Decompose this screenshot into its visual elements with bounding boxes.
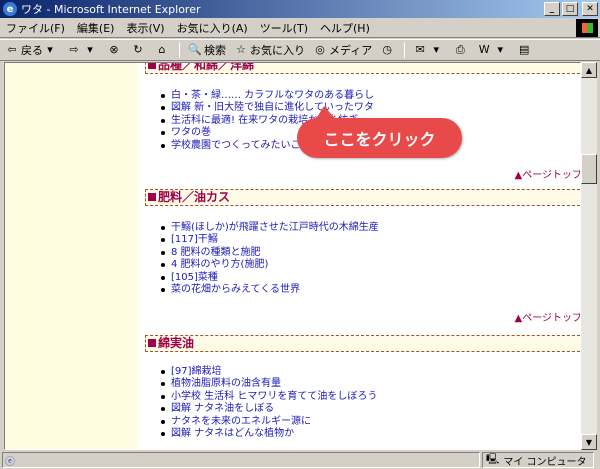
menu-help[interactable]: ヘルプ(H) (314, 20, 376, 36)
menu-file[interactable]: ファイル(F) (0, 20, 71, 36)
list-item[interactable]: 菜の花畑からみえてくる世界 (159, 284, 379, 296)
title-bar: e ワタ - Microsoft Internet Explorer _ □ ✕ (0, 0, 600, 18)
back-button[interactable]: ⇦ 戻る ▾ (3, 41, 61, 59)
list-item[interactable]: 干鰯(ほしか)が飛躍させた江戸時代の木綿生産 (159, 222, 379, 234)
list-item[interactable]: 8 肥料の種類と施肥 (159, 247, 379, 259)
refresh-button[interactable]: ↻ (129, 41, 149, 59)
dropdown-icon[interactable]: ▾ (493, 43, 507, 57)
page-top-link[interactable]: ▲ページトップ (515, 166, 581, 181)
print-button[interactable]: ⎙ (451, 41, 471, 59)
home-icon: ⌂ (158, 43, 166, 56)
list-item[interactable]: 図解 ナタネはどんな植物か (159, 428, 377, 440)
dropdown-icon[interactable]: ▾ (83, 43, 97, 57)
discuss-button[interactable]: ▤ (515, 41, 535, 59)
media-icon: ◎ (315, 43, 325, 56)
vertical-scrollbar[interactable]: ▲ ▼ (581, 62, 597, 450)
favorites-label: お気に入り (250, 44, 305, 57)
dropdown-icon[interactable]: ▾ (43, 43, 57, 57)
square-bullet-icon (148, 193, 156, 201)
word-icon: W (478, 43, 490, 56)
status-main: ⓔ (2, 452, 480, 468)
section-title: 綿実油 (158, 336, 195, 350)
dropdown-icon[interactable]: ▾ (429, 43, 443, 57)
media-label: メディア (329, 44, 373, 57)
print-icon: ⎙ (455, 43, 465, 56)
section-heading: 品種／和綿／洋綿 (145, 62, 580, 74)
click-here-callout: ここをクリック (297, 118, 462, 158)
left-margin (5, 63, 135, 449)
favorites-button[interactable]: ☆ お気に入り (232, 41, 307, 59)
list-item[interactable]: 4 肥料のやり方(施肥) (159, 259, 379, 271)
page-top-link[interactable]: ▲ページトップ (515, 309, 581, 324)
menu-bar: ファイル(F) 編集(E) 表示(V) お気に入り(A) ツール(T) ヘルプ(… (0, 18, 600, 38)
separator (179, 42, 180, 58)
section-title: 肥料／油カス (158, 190, 231, 204)
list-item[interactable]: 植物油脂原料の油含有量 (159, 378, 377, 390)
favorites-icon: ☆ (236, 43, 246, 56)
back-label: 戻る (21, 44, 43, 57)
zone-label: マイ コンピュータ (503, 456, 587, 468)
list-item[interactable]: 小学校 生活科 ヒマワリを育てて油をしぼろう (159, 391, 377, 403)
scroll-thumb[interactable] (581, 154, 597, 184)
history-button[interactable]: ◷ (378, 41, 398, 59)
computer-icon: 🖳 (486, 453, 500, 465)
search-icon: 🔍 (188, 43, 202, 56)
forward-button[interactable]: ⇨ ▾ (65, 41, 101, 59)
search-button[interactable]: 🔍 検索 (186, 41, 228, 59)
list-item[interactable]: 図解 ナタネ油をしぼる (159, 403, 377, 415)
ie-icon: e (3, 2, 17, 16)
close-button[interactable]: ✕ (582, 2, 598, 16)
menu-edit[interactable]: 編集(E) (71, 20, 121, 36)
mail-icon: ✉ (415, 43, 425, 56)
status-bar: ⓔ 🖳 マイ コンピュータ (0, 451, 600, 469)
section-heading: 綿実油 (145, 335, 580, 352)
edit-button[interactable]: W ▾ (475, 41, 511, 59)
list-item[interactable]: [105]菜種 (159, 272, 379, 284)
back-arrow-icon: ⇦ (7, 43, 17, 56)
minimize-button[interactable]: _ (544, 2, 560, 16)
list-item[interactable]: 図解 新・旧大陸で独自に進化していったワタ (159, 102, 374, 114)
toolbar: ⇦ 戻る ▾ ⇨ ▾ ⊗ ↻ ⌂ 🔍 検索 ☆ お気に入り ◎ メディア ◷ ✉… (0, 39, 600, 61)
history-icon: ◷ (382, 43, 393, 56)
separator (404, 42, 406, 58)
forward-arrow-icon: ⇨ (69, 43, 79, 56)
menu-favorites[interactable]: お気に入り(A) (171, 20, 254, 36)
section-title: 品種／和綿／洋綿 (158, 62, 255, 72)
scroll-down-button[interactable]: ▼ (581, 434, 597, 450)
document-icon: ▤ (519, 43, 530, 56)
windows-logo-icon (576, 19, 598, 37)
stop-icon: ⊗ (109, 43, 119, 56)
list-item[interactable]: 白・茶・緑…… カラフルなワタのある暮らし (159, 90, 374, 102)
media-button[interactable]: ◎ メディア (311, 41, 374, 59)
page-viewport[interactable]: 品種／和綿／洋綿 白・茶・緑…… カラフルなワタのある暮らし 図解 新・旧大陸で… (4, 62, 581, 450)
list-item[interactable]: [117]干鰯 (159, 234, 379, 246)
link-list: 干鰯(ほしか)が飛躍させた江戸時代の木綿生産 [117]干鰯 8 肥料の種類と施… (159, 222, 379, 296)
search-label: 検索 (204, 44, 226, 57)
section-heading: 肥料／油カス (145, 189, 580, 206)
refresh-icon: ↻ (133, 43, 143, 56)
stop-button[interactable]: ⊗ (105, 41, 125, 59)
mail-button[interactable]: ✉ ▾ (411, 41, 447, 59)
maximize-button[interactable]: □ (562, 2, 578, 16)
list-item[interactable]: ナタネを未来のエネルギー源に (159, 416, 377, 428)
menu-view[interactable]: 表示(V) (120, 20, 170, 36)
square-bullet-icon (148, 63, 156, 69)
link-list: [97]綿栽培 植物油脂原料の油含有量 小学校 生活科 ヒマワリを育てて油をしぼ… (159, 366, 377, 440)
scroll-up-button[interactable]: ▲ (581, 62, 597, 78)
security-zone: 🖳 マイ コンピュータ (482, 452, 594, 468)
home-button[interactable]: ⌂ (153, 41, 173, 59)
menu-tools[interactable]: ツール(T) (254, 20, 314, 36)
page-done-icon: ⓔ (5, 456, 15, 468)
window-title: ワタ - Microsoft Internet Explorer (21, 3, 201, 16)
square-bullet-icon (148, 339, 156, 347)
list-item[interactable]: [97]綿栽培 (159, 366, 377, 378)
